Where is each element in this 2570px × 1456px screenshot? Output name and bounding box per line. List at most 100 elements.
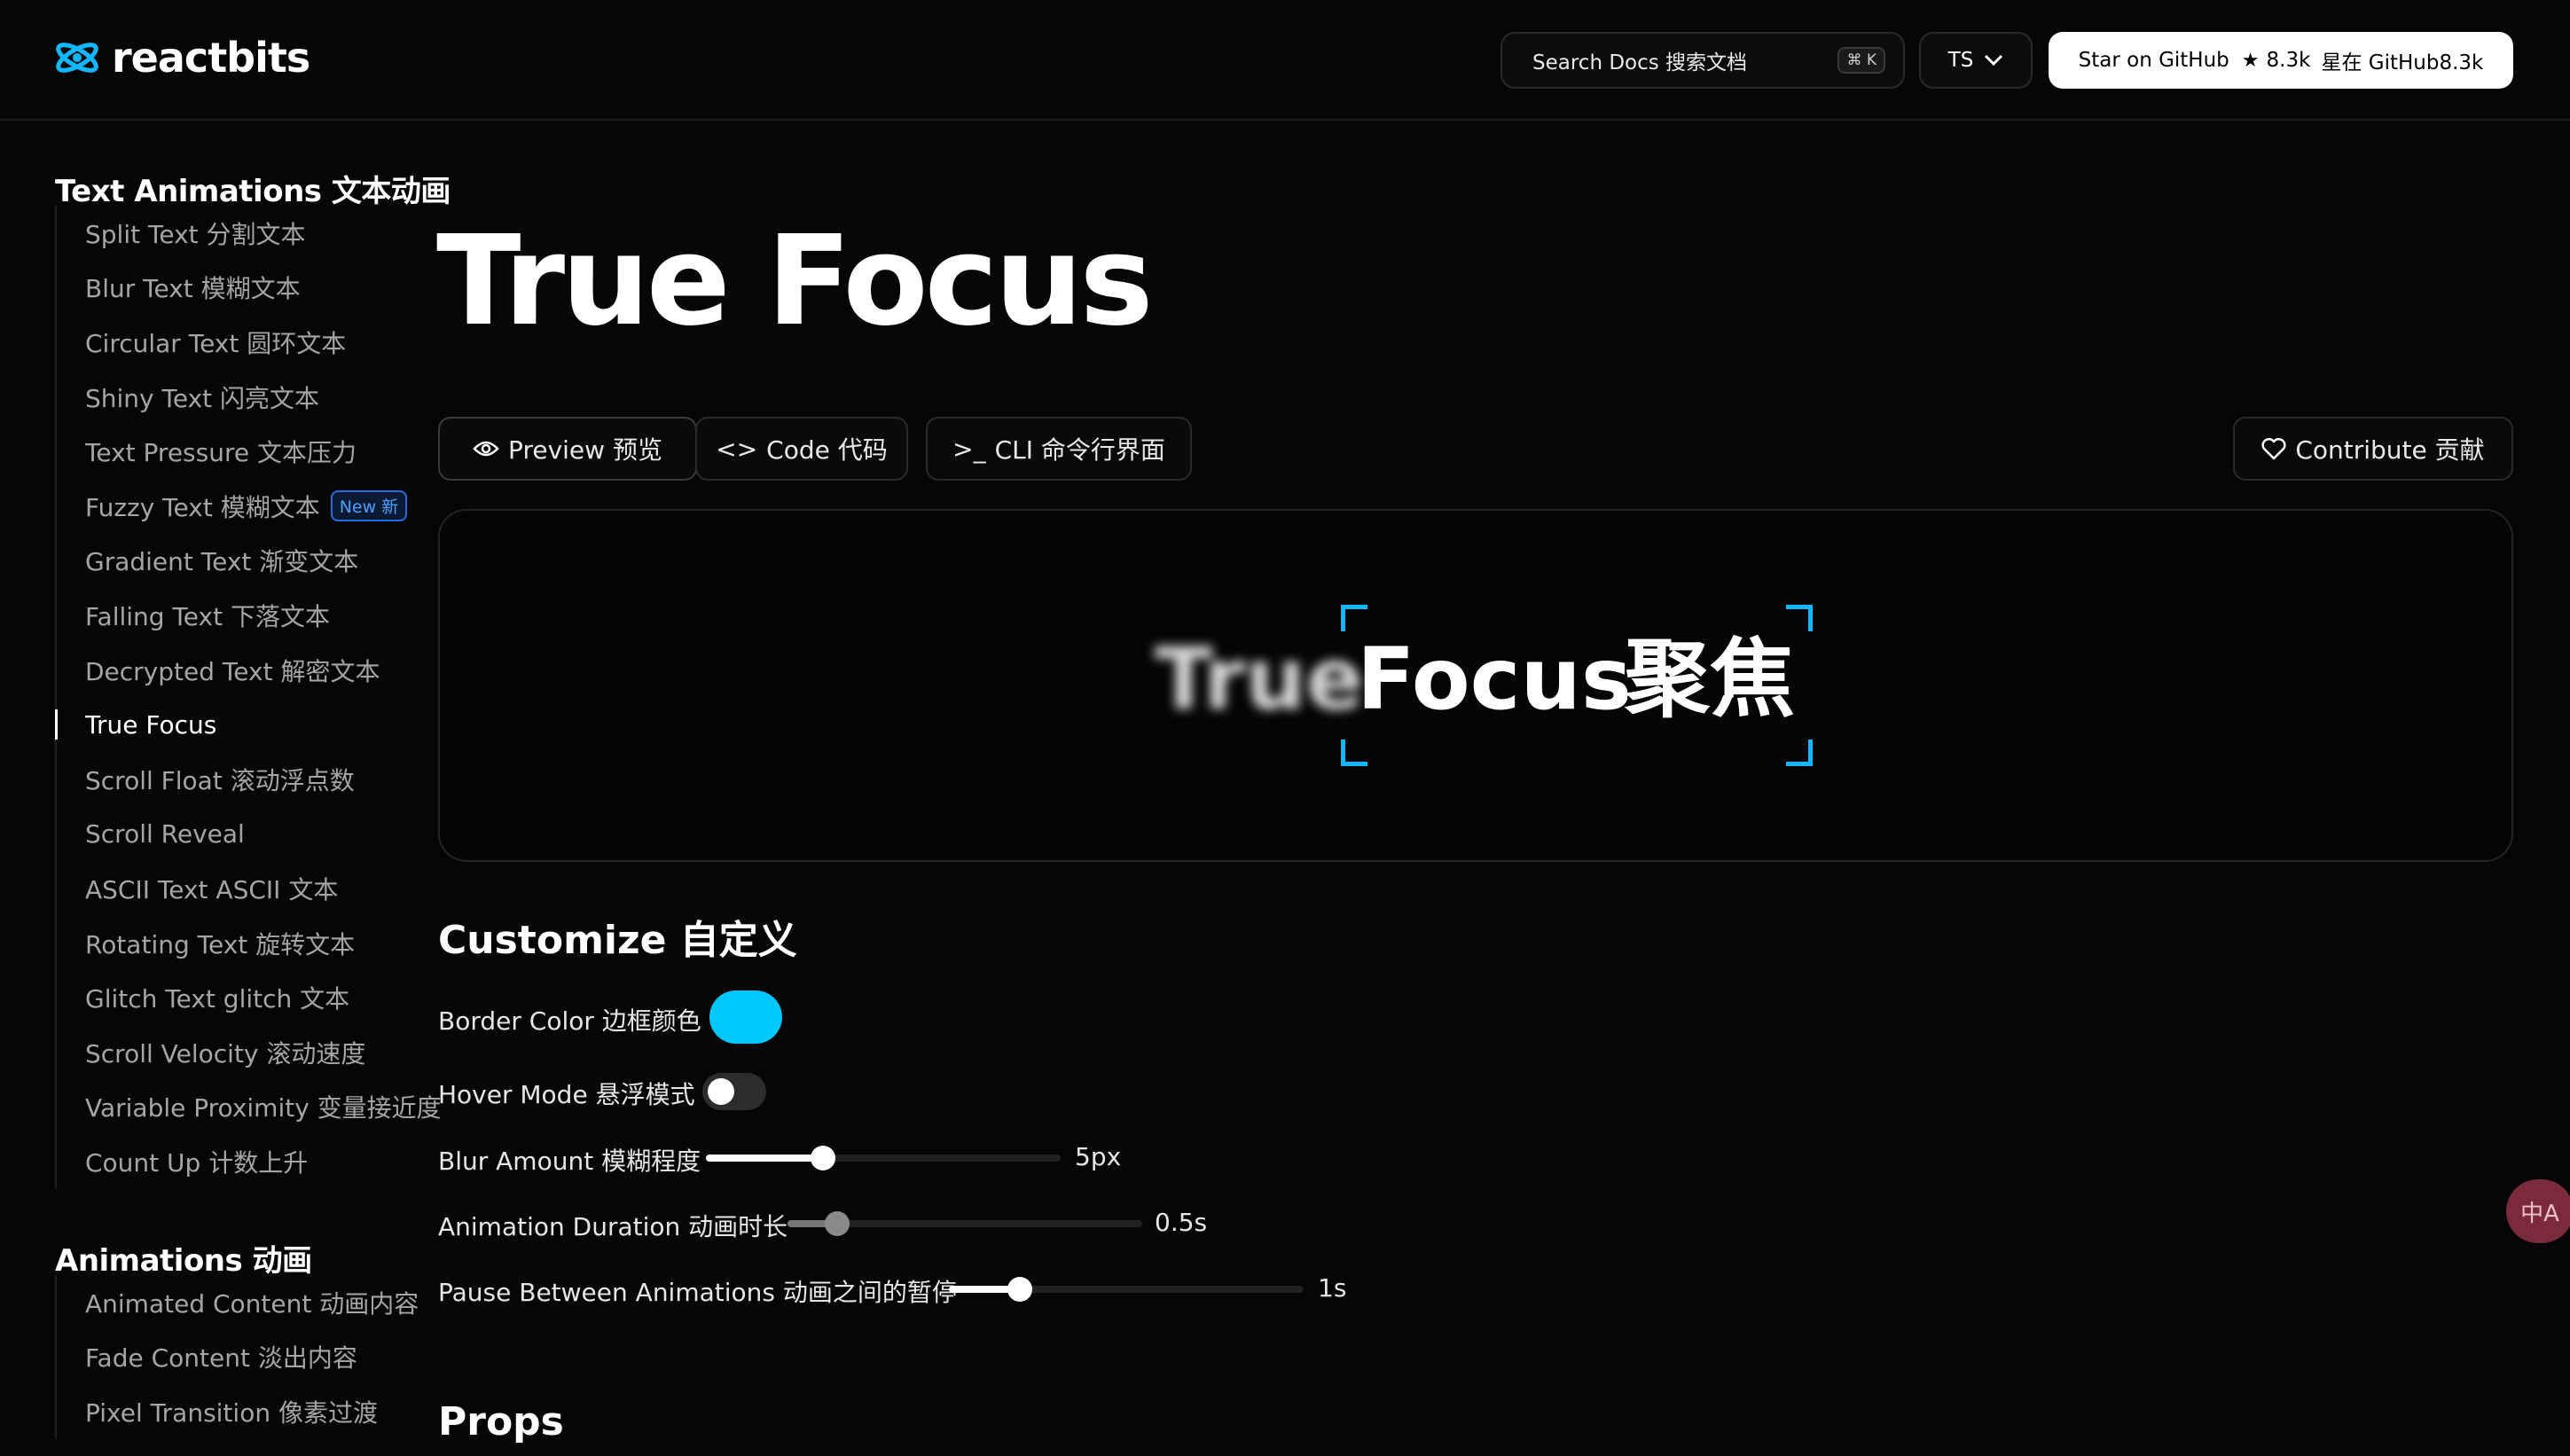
terminal-icon: >_ xyxy=(952,434,986,464)
heart-icon xyxy=(2261,437,2286,460)
sidebar-item-1[interactable]: Blur Text 模糊文本 xyxy=(57,261,445,316)
top-header: reactbits Search Docs 搜索文档 ⌘ K TS Star o… xyxy=(0,0,2570,121)
sidebar-section-title-text-animations: Text Animations 文本动画 xyxy=(55,174,451,209)
slider-fill xyxy=(706,1155,823,1162)
sidebar-item-8[interactable]: Decrypted Text 解密文本 xyxy=(57,643,445,698)
sidebar-item-2[interactable]: Circular Text 圆环文本 xyxy=(57,315,445,370)
slider-thumb[interactable] xyxy=(811,1146,835,1170)
animation-duration-slider[interactable] xyxy=(787,1211,1142,1236)
pause-between-label: Pause Between Animations 动画之间的暂停 xyxy=(438,1278,957,1307)
eye-icon xyxy=(473,441,499,457)
blur-amount-value: 5px xyxy=(1075,1142,1122,1171)
sidebar-item-label: Split Text 分割文本 xyxy=(85,219,306,249)
language-select[interactable]: TS xyxy=(1919,32,2033,89)
sidebar-item-label: ASCII Text ASCII 文本 xyxy=(85,874,339,904)
toggle-knob xyxy=(708,1078,734,1105)
focus-corner-top-left xyxy=(1341,605,1367,631)
sidebar-item-6[interactable]: Gradient Text 渐变文本 xyxy=(57,534,445,589)
sidebar-item-1[interactable]: Fade Content 淡出内容 xyxy=(57,1330,445,1385)
animation-duration-label: Animation Duration 动画时长 xyxy=(438,1212,788,1241)
hover-mode-toggle[interactable] xyxy=(702,1073,766,1110)
sidebar-item-2[interactable]: Pixel Transition 像素过渡 xyxy=(57,1384,445,1439)
sidebar-item-label: Shiny Text 闪亮文本 xyxy=(85,383,320,413)
sidebar-section-title-animations: Animations 动画 xyxy=(55,1243,312,1279)
slider-thumb[interactable] xyxy=(825,1211,850,1236)
sidebar-item-0[interactable]: Animated Content 动画内容 xyxy=(57,1275,445,1330)
focus-corner-bottom-left xyxy=(1341,740,1367,766)
sidebar-item-label: Variable Proximity 变量接近度 xyxy=(85,1093,442,1123)
reactbits-logo-icon xyxy=(56,43,98,73)
search-docs-button[interactable]: Search Docs 搜索文档 ⌘ K xyxy=(1500,32,1905,89)
sidebar-item-label: Fade Content 淡出内容 xyxy=(85,1343,357,1374)
contribute-button[interactable]: Contribute 贡献 xyxy=(2233,417,2513,481)
sidebar-item-15[interactable]: Scroll Velocity 滚动速度 xyxy=(57,1025,445,1080)
code-icon: <> xyxy=(716,434,758,464)
sidebar-item-10[interactable]: Scroll Float 滚动浮点数 xyxy=(57,752,445,807)
sidebar-item-12[interactable]: ASCII Text ASCII 文本 xyxy=(57,861,445,916)
sidebar-item-label: Decrypted Text 解密文本 xyxy=(85,656,380,686)
sidebar-nav-animations: Animated Content 动画内容 Fade Content 淡出内容 Pi… xyxy=(55,1275,445,1439)
sidebar-item-label: Animated Content 动画内容 xyxy=(85,1288,419,1319)
sidebar-item-label: Circular Text 圆环文本 xyxy=(85,328,347,358)
border-color-picker[interactable] xyxy=(709,990,782,1044)
logo-text: reactbits xyxy=(112,34,310,82)
sidebar-item-label: Count Up 计数上升 xyxy=(85,1147,309,1178)
sidebar-item-label: Scroll Reveal xyxy=(85,818,245,849)
sidebar-item-16[interactable]: Variable Proximity 变量接近度 xyxy=(57,1080,445,1135)
sidebar-item-label: Pixel Transition 像素过渡 xyxy=(85,1397,378,1428)
sidebar-item-7[interactable]: Falling Text 下落文本 xyxy=(57,588,445,643)
sidebar-item-label: Text Pressure 文本压力 xyxy=(85,438,357,468)
sidebar-item-label: Falling Text 下落文本 xyxy=(85,601,330,631)
tab-preview[interactable]: Preview 预览 xyxy=(438,417,697,481)
search-label: Search Docs 搜索文档 xyxy=(1532,51,1748,74)
slider-thumb[interactable] xyxy=(1007,1277,1032,1302)
sidebar-item-17[interactable]: Count Up 计数上升 xyxy=(57,1134,445,1189)
pause-between-slider[interactable] xyxy=(949,1277,1304,1302)
hover-mode-label: Hover Mode 悬浮模式 xyxy=(438,1080,695,1109)
animation-duration-value: 0.5s xyxy=(1155,1208,1208,1237)
sidebar-item-label: Gradient Text 渐变文本 xyxy=(85,547,359,577)
logo[interactable]: reactbits xyxy=(53,34,310,82)
blur-amount-label: Blur Amount 模糊程度 xyxy=(438,1147,701,1176)
sidebar-item-label: Scroll Velocity 滚动速度 xyxy=(85,1038,366,1069)
sidebar-item-label: Scroll Float 滚动浮点数 xyxy=(85,765,355,795)
tab-code-label: Code 代码 xyxy=(766,435,888,465)
contribute-label: Contribute 贡献 xyxy=(2295,435,2485,465)
new-badge: New 新 xyxy=(330,490,408,522)
props-heading: Props xyxy=(438,1399,564,1444)
demo-word-chinese: 聚焦 xyxy=(1625,630,1795,729)
border-color-label: Border Color 边框颜色 xyxy=(438,1006,701,1036)
translate-label: 中A xyxy=(2520,1200,2559,1227)
sidebar-item-14[interactable]: Glitch Text glitch 文本 xyxy=(57,970,445,1025)
star-on-github-button[interactable]: Star on GitHub ★ 8.3k 星在 GitHub8.3k xyxy=(2049,32,2513,89)
sidebar: Text Animations 文本动画 Split Text 分割文本 Blur… xyxy=(0,121,451,1456)
sidebar-item-label: Fuzzy Text 模糊文本 xyxy=(85,492,320,522)
sidebar-item-label: Rotating Text 旋转文本 xyxy=(85,929,356,959)
sidebar-item-label: True Focus xyxy=(85,709,217,740)
customize-heading: Customize 自定义 xyxy=(438,918,797,963)
sidebar-item-3[interactable]: Shiny Text 闪亮文本 xyxy=(57,370,445,425)
sidebar-item-11[interactable]: Scroll Reveal xyxy=(57,807,445,862)
sidebar-item-0[interactable]: Split Text 分割文本 xyxy=(57,206,445,261)
translate-icon[interactable]: 中A xyxy=(2506,1179,2570,1243)
language-label: TS xyxy=(1947,49,1974,72)
pause-between-value: 1s xyxy=(1318,1273,1347,1303)
sidebar-nav-text-animations: Split Text 分割文本 Blur Text 模糊文本 Circular Te… xyxy=(55,206,445,1189)
sidebar-item-label: Blur Text 模糊文本 xyxy=(85,274,301,304)
sidebar-item-4[interactable]: Text Pressure 文本压力 xyxy=(57,424,445,479)
github-extra: 星在 GitHub8.3k xyxy=(2321,51,2484,74)
tab-code[interactable]: <> Code 代码 xyxy=(695,417,908,481)
blur-amount-slider[interactable] xyxy=(706,1146,1061,1170)
chevron-down-icon xyxy=(1985,54,2003,67)
github-label: Star on GitHub xyxy=(2078,49,2229,72)
star-icon: ★ xyxy=(2241,49,2260,72)
sidebar-item-13[interactable]: Rotating Text 旋转文本 xyxy=(57,916,445,971)
sidebar-item-label: Glitch Text glitch 文本 xyxy=(85,984,350,1014)
tab-cli[interactable]: >_ CLI 命令行界面 xyxy=(926,417,1192,481)
sidebar-item-5[interactable]: Fuzzy Text 模糊文本 New 新 xyxy=(57,479,445,534)
focus-corner-top-right xyxy=(1786,605,1813,631)
demo-word-blurred: True xyxy=(1155,630,1364,729)
sidebar-item-9[interactable]: True Focus xyxy=(55,697,445,752)
demo-word-focused: Focus xyxy=(1357,630,1633,729)
tab-cli-label: CLI 命令行界面 xyxy=(994,435,1165,465)
